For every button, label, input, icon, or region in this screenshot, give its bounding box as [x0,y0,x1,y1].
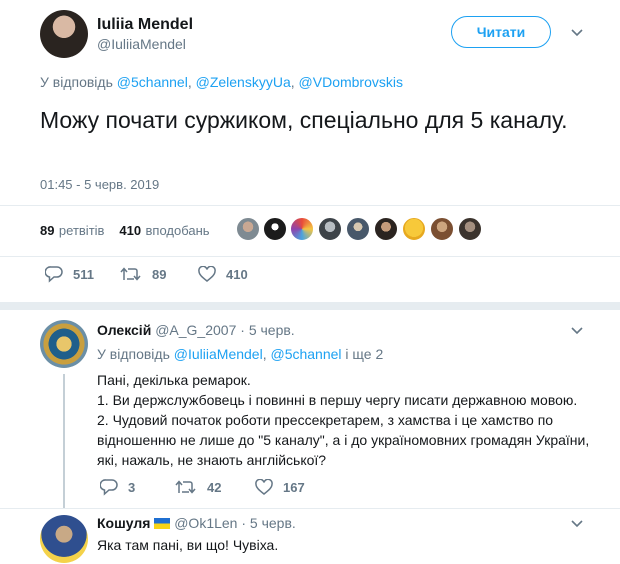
reply-date[interactable]: 5 черв. [250,515,296,531]
reply-author-name[interactable]: Олексій [97,322,151,338]
retweet-icon [175,480,196,494]
reply-to-link[interactable]: @ZelenskyyUa [196,74,291,90]
like-count: 410 [226,266,248,282]
reply-to-link[interactable]: @5channel [270,346,341,362]
reply-more[interactable]: і ще 2 [345,346,383,362]
heart-icon [255,479,273,495]
retweets-count[interactable]: 89 [40,223,54,238]
author-handle[interactable]: @IuliiaMendel [97,36,186,52]
retweet-count: 42 [207,479,222,495]
reply-header: Олексій @A_G_2007 · 5 черв. [97,322,295,338]
reply-prefix: У відповідь [97,346,170,362]
retweet-action[interactable]: 89 [120,266,166,282]
liker-avatar[interactable] [430,217,454,241]
reply-header: Кошуля @Ok1Len · 5 черв. [97,515,296,531]
author-avatar[interactable] [40,10,88,58]
reply-icon [100,479,118,496]
reply-date[interactable]: 5 черв. [249,322,295,338]
retweet-count: 89 [152,266,167,282]
reply-author-handle[interactable]: @A_G_2007 [155,322,236,338]
likes-label[interactable]: вподобань [146,223,210,238]
reply-line: Пані, декілька ремарок. [97,372,251,388]
reply-prefix: У відповідь [40,74,113,90]
author-name[interactable]: Iuliia Mendel [97,16,193,34]
ukraine-flag-icon [154,518,171,529]
divider [0,256,620,257]
retweets-label[interactable]: ретвітів [59,223,105,238]
like-action[interactable]: 167 [255,479,305,495]
reply-action[interactable]: 511 [45,266,94,283]
reply-line: 2. Чудовий початок роботи прессекретарем… [97,412,554,428]
chevron-down-icon[interactable] [570,26,584,40]
reply-author-handle[interactable]: @Ok1Len [174,515,237,531]
follow-button[interactable]: Читати [451,16,551,48]
reply-action[interactable]: 3 [100,479,135,496]
liker-avatar[interactable] [318,217,342,241]
reply-count: 511 [73,267,94,282]
like-count: 167 [283,479,305,495]
reply-to-line: У відповідь @5channel, @ZelenskyyUa, @VD… [40,74,403,90]
reply-line: відношенню не лише до "5 каналу", а і до… [97,432,590,448]
reply-avatar[interactable] [40,320,88,368]
divider [0,205,620,206]
liker-avatar[interactable] [346,217,370,241]
heart-icon [198,266,216,282]
tweet-stats: 89 ретвітів 410 вподобань [40,222,210,240]
reply-icon [45,266,63,283]
liker-avatar[interactable] [374,217,398,241]
reply-to-link[interactable]: @5channel [117,74,188,90]
liker-avatar[interactable] [458,217,482,241]
section-separator [0,302,620,310]
like-action[interactable]: 410 [198,266,248,282]
reply-line: які, нажаль, не знають англійської? [97,452,327,468]
chevron-down-icon[interactable] [570,517,584,531]
reply-text: Пані, декілька ремарок. 1. Ви держслужбо… [97,370,597,470]
divider [0,508,620,509]
liker-avatar[interactable] [402,217,426,241]
reply-author-name[interactable]: Кошуля [97,515,150,531]
reply-to-link[interactable]: @IuliiaMendel [174,346,263,362]
liker-avatar[interactable] [236,217,260,241]
likes-count[interactable]: 410 [119,223,141,238]
tweet-text: Можу почати суржиком, спеціально для 5 к… [40,107,568,133]
liker-avatar[interactable] [263,217,287,241]
reply-line: 1. Ви держслужбовець і повинні в першу ч… [97,392,578,408]
thread-line [63,374,65,508]
reply-count: 3 [128,480,136,495]
reply-text: Яка там пані, ви що! Чувіха. [97,537,279,553]
retweet-action[interactable]: 42 [175,479,221,495]
retweet-icon [120,267,141,281]
liker-avatar[interactable] [290,217,314,241]
reply-to-link[interactable]: @VDombrovskis [299,74,403,90]
reply-to-line: У відповідь @IuliiaMendel, @5channel і щ… [97,346,384,362]
tweet-timestamp[interactable]: 01:45 - 5 черв. 2019 [40,177,159,192]
chevron-down-icon[interactable] [570,324,584,338]
reply-avatar[interactable] [40,515,88,563]
